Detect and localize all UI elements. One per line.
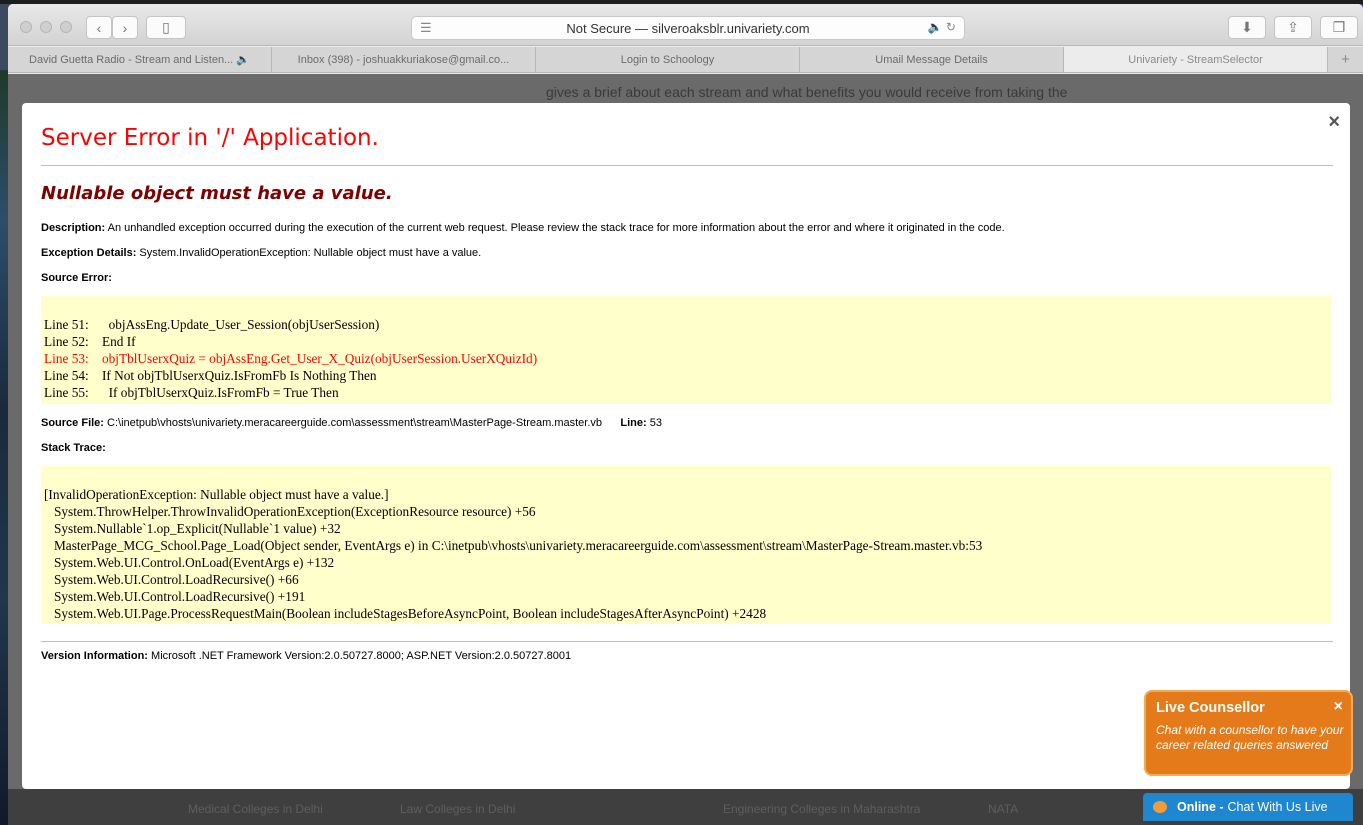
exception-label: Exception Details:: [41, 247, 137, 259]
forward-button[interactable]: ›: [112, 16, 138, 39]
footer-link-medical[interactable]: Medical Colleges in Delhi: [188, 802, 323, 816]
stack-line: [InvalidOperationException: Nullable obj…: [44, 487, 389, 502]
footer-link-engineering[interactable]: Engineering Colleges in Maharashtra: [723, 802, 920, 816]
source-error-label: Source Error:: [41, 272, 112, 284]
source-error-row: Source Error:: [41, 272, 112, 284]
modal-close-button[interactable]: ×: [1328, 111, 1340, 134]
description-row: Description: An unhandled exception occu…: [41, 222, 1005, 234]
browser-toolbar: ‹ › ▯ ☰ Not Secure — silveroaksblr.univa…: [8, 4, 1363, 46]
back-button[interactable]: ‹: [86, 16, 112, 39]
exception-row: Exception Details: System.InvalidOperati…: [41, 247, 481, 259]
tab-umail[interactable]: Umail Message Details: [800, 47, 1064, 72]
source-file-label: Source File:: [41, 417, 104, 429]
download-icon: ⬇: [1241, 19, 1253, 35]
version-row: Version Information: Microsoft .NET Fram…: [41, 650, 571, 662]
source-code-block: Line 51: objAssEng.Update_User_Session(o…: [41, 296, 1331, 404]
stack-trace-block: [InvalidOperationException: Nullable obj…: [41, 466, 1331, 624]
error-title: Server Error in '/' Application.: [41, 125, 379, 151]
tabs-icon: ❐: [1332, 19, 1346, 35]
tab-david-guetta[interactable]: David Guetta Radio - Stream and Listen..…: [8, 47, 272, 72]
source-file-path: C:\inetpub\vhosts\univariety.meracareerg…: [107, 417, 603, 429]
tab-overview-button[interactable]: ❐: [1320, 16, 1358, 39]
share-icon: ⇪: [1287, 19, 1299, 35]
close-window-button[interactable]: [20, 21, 32, 33]
stack-line: System.Web.UI.Control.OnLoad(EventArgs e…: [44, 555, 335, 570]
source-file-row: Source File: C:\inetpub\vhosts\univariet…: [41, 417, 662, 429]
line-label: Line:: [620, 417, 647, 429]
chat-live-button[interactable]: Online - Chat With Us Live: [1143, 793, 1353, 821]
stack-line: System.Web.UI.Control.LoadRecursive() +6…: [44, 572, 299, 587]
source-line: Line 51: objAssEng.Update_User_Session(o…: [44, 317, 380, 332]
line-number: 53: [649, 417, 662, 429]
sidebar-button[interactable]: ▯: [146, 16, 186, 39]
chevron-left-icon: ‹: [96, 19, 102, 36]
source-line: Line 55: If objTblUserxQuiz.IsFromFb = T…: [44, 385, 339, 400]
footer-link-nata[interactable]: NATA: [988, 802, 1018, 816]
live-counsellor-title: Live Counsellor: [1156, 700, 1265, 716]
minimize-window-button[interactable]: [40, 21, 52, 33]
tab-univariety[interactable]: Univariety - StreamSelector: [1064, 47, 1328, 72]
tab-bar: David Guetta Radio - Stream and Listen..…: [8, 47, 1363, 73]
version-text: Microsoft .NET Framework Version:2.0.507…: [151, 650, 572, 662]
description-label: Description:: [41, 222, 106, 234]
exception-text: System.InvalidOperationException: Nullab…: [139, 247, 482, 259]
background-intro-text: gives a brief about each stream and what…: [546, 84, 1068, 100]
sidebar-icon: ▯: [162, 19, 170, 35]
stack-trace-label: Stack Trace:: [41, 442, 106, 454]
version-label: Version Information:: [41, 650, 148, 662]
stack-line: System.Web.UI.Page.ProcessRequestMain(Bo…: [44, 606, 767, 621]
downloads-button[interactable]: ⬇: [1228, 16, 1266, 39]
tab-inbox[interactable]: Inbox (398) - joshuakkuriakose@gmail.co.…: [272, 47, 536, 72]
live-counsellor-close-button[interactable]: ×: [1334, 698, 1343, 716]
stack-line: System.Nullable`1.op_Explicit(Nullable`1…: [44, 521, 341, 536]
source-line: Line 54: If Not objTblUserxQuiz.IsFromFb…: [44, 368, 377, 383]
live-counsellor-message: Chat with a counsellor to have your care…: [1156, 723, 1344, 752]
live-counsellor-popup[interactable]: Live Counsellor × Chat with a counsellor…: [1144, 690, 1353, 776]
divider: [41, 641, 1333, 642]
source-line-error: Line 53: objTblUserxQuiz = objAssEng.Get…: [44, 351, 538, 366]
url-text: Not Secure — silveroaksblr.univariety.co…: [566, 20, 810, 36]
address-bar[interactable]: ☰ Not Secure — silveroaksblr.univariety.…: [411, 16, 965, 40]
share-button[interactable]: ⇪: [1274, 16, 1312, 39]
stack-line: MasterPage_MCG_School.Page_Load(Object s…: [44, 538, 983, 553]
stack-line: System.ThrowHelper.ThrowInvalidOperation…: [44, 504, 536, 519]
zoom-window-button[interactable]: [60, 21, 72, 33]
chat-status: Online -: [1177, 800, 1224, 814]
source-line: Line 52: End If: [44, 334, 136, 349]
stack-trace-row: Stack Trace:: [41, 442, 106, 454]
new-tab-button[interactable]: +: [1328, 47, 1363, 72]
tab-schoology[interactable]: Login to Schoology: [536, 47, 800, 72]
chat-label: Chat With Us Live: [1227, 800, 1328, 814]
footer-link-law[interactable]: Law Colleges in Delhi: [400, 802, 515, 816]
reader-icon[interactable]: ☰: [420, 20, 432, 36]
chevron-right-icon: ›: [122, 19, 128, 36]
error-subtitle: Nullable object must have a value.: [41, 183, 393, 204]
chat-bubble-icon: [1153, 801, 1167, 813]
divider: [41, 165, 1333, 166]
reload-icon[interactable]: 🔈 ↻: [928, 20, 956, 34]
error-modal: × Server Error in '/' Application. Nulla…: [22, 103, 1350, 789]
description-text: An unhandled exception occurred during t…: [107, 222, 1005, 234]
stack-line: System.Web.UI.Control.LoadRecursive() +1…: [44, 589, 306, 604]
